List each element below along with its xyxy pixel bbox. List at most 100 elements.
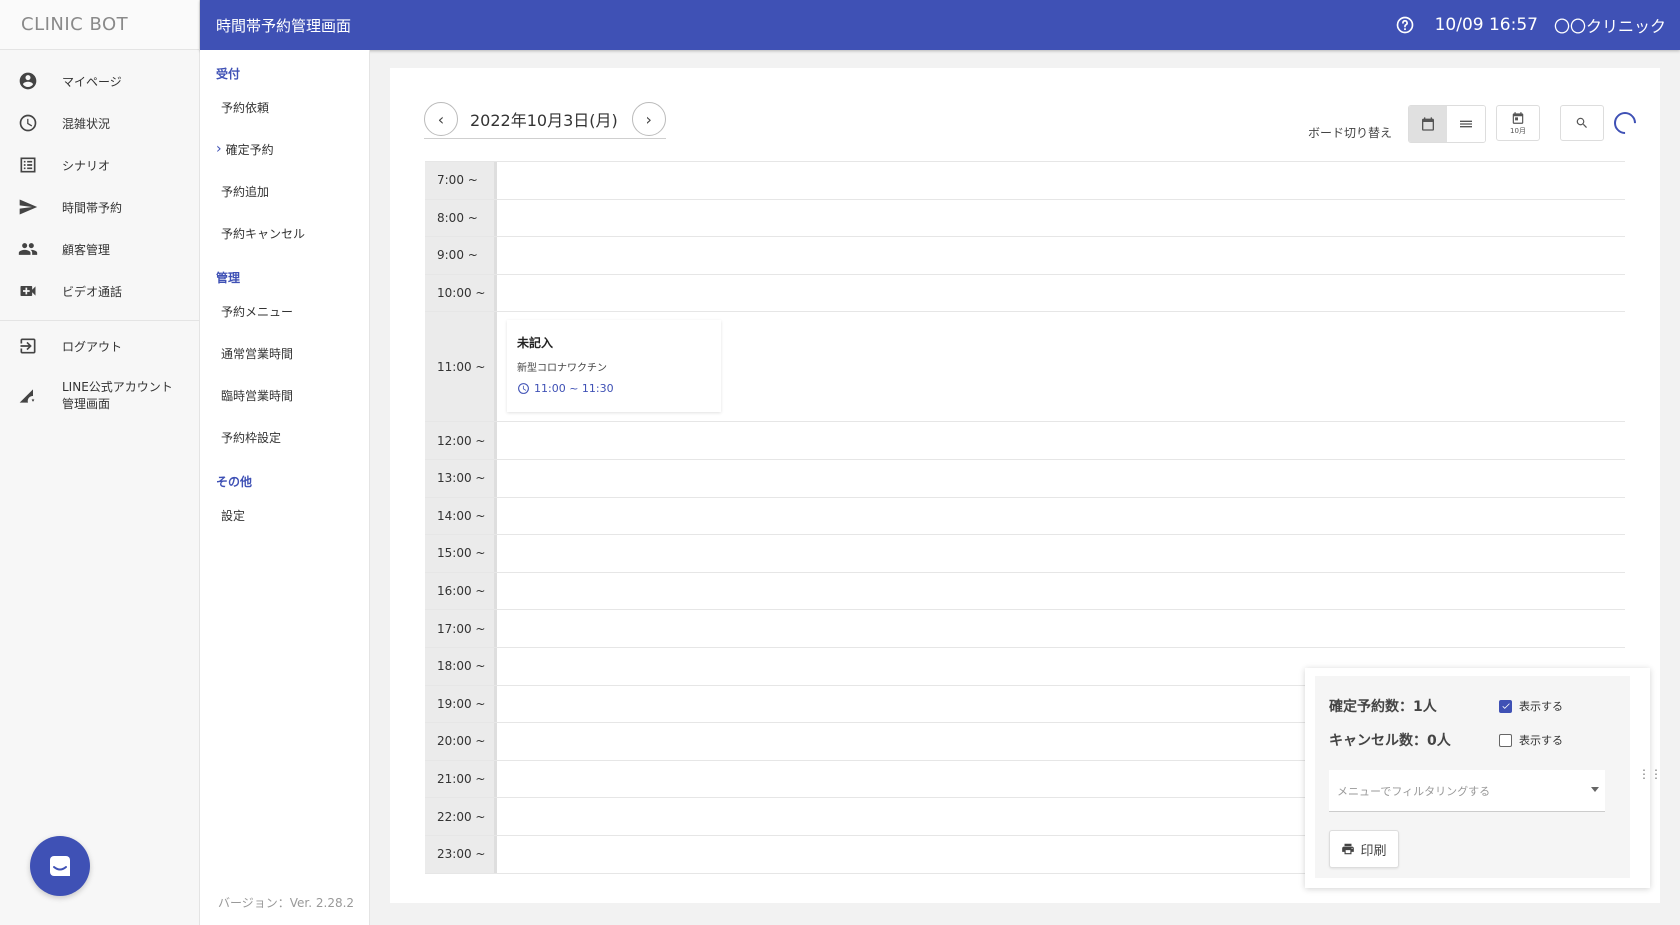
month-picker-button[interactable]: 10月	[1496, 105, 1540, 141]
people-icon	[18, 239, 38, 259]
subnav-item-slot-settings[interactable]: 予約枠設定	[200, 416, 369, 458]
reservation-card[interactable]: 未記入 新型コロナワクチン 11:00 ~ 11:30	[507, 320, 721, 413]
time-slot[interactable]	[497, 275, 1625, 312]
section-heading-admin: 管理	[216, 271, 241, 285]
subnav-item-settings[interactable]: 設定	[200, 494, 369, 536]
reservation-time-text: 11:00 ~ 11:30	[534, 382, 614, 396]
chat-launcher-button[interactable]	[30, 836, 90, 896]
time-slot[interactable]	[497, 200, 1625, 237]
schedule-row: 14:00 ~	[425, 497, 1625, 536]
top-header: 時間帯予約管理画面 10/09 16:57 〇〇クリニック	[200, 0, 1680, 50]
search-button[interactable]	[1560, 105, 1604, 141]
schedule-row: 13:00 ~	[425, 459, 1625, 498]
sidebar-item-congestion[interactable]: 混雑状況	[0, 102, 199, 144]
cancel-count: キャンセル数：0人	[1329, 733, 1451, 749]
chat-icon	[50, 856, 70, 876]
time-label: 15:00 ~	[425, 535, 497, 572]
sidebar-item-mypage[interactable]: マイページ	[0, 60, 199, 102]
month-label: 10月	[1510, 126, 1526, 135]
time-slot[interactable]	[497, 535, 1625, 572]
time-label: 23:00 ~	[425, 835, 497, 873]
sidebar-item-customers[interactable]: 顧客管理	[0, 228, 199, 270]
loading-spinner-icon	[1609, 107, 1641, 139]
menu-filter-select[interactable]: メニューでフィルタリングする	[1329, 770, 1605, 812]
calendar-view-button[interactable]	[1409, 106, 1447, 142]
time-label: 14:00 ~	[425, 497, 497, 535]
sidebar-item-label: シナリオ	[62, 158, 111, 173]
reservation-name: 未記入	[517, 336, 554, 351]
version-label: バージョン：Ver. 2.28.2	[218, 896, 355, 910]
summary-panel-inner: 確定予約数：1人 キャンセル数：0人 表示する 表示する メニューでフィルタリン…	[1315, 676, 1630, 878]
sidebar-item-logout[interactable]: ログアウト	[0, 325, 199, 367]
list-view-button[interactable]	[1447, 106, 1485, 142]
sidebar-item-time-reservation[interactable]: 時間帯予約	[0, 186, 199, 228]
chevron-right-icon: ›	[645, 109, 652, 129]
time-slot[interactable]	[497, 162, 1625, 199]
sidebar-item-label: ログアウト	[62, 339, 123, 354]
reservation-time: 11:00 ~ 11:30	[517, 382, 711, 395]
sidebar-item-label: 顧客管理	[62, 242, 111, 257]
sidebar-item-label: 時間帯予約	[62, 200, 123, 215]
schedule-row: 17:00 ~	[425, 610, 1625, 648]
account-circle-icon	[18, 71, 38, 91]
time-label: 19:00 ~	[425, 685, 497, 723]
subnav-item-label: 確定予約	[225, 142, 274, 157]
time-label: 13:00 ~	[425, 459, 497, 497]
sidebar-item-scenario[interactable]: シナリオ	[0, 144, 199, 186]
schedule-row: 7:00 ~	[425, 162, 1625, 200]
time-slot[interactable]	[497, 237, 1625, 274]
sub-sidebar: 受付 予約依頼 › 確定予約 予約追加 予約キャンセル 管理 予約メニュー 通常…	[200, 50, 370, 925]
time-label: 7:00 ~	[425, 162, 497, 199]
time-slot[interactable]: 未記入 新型コロナワクチン 11:00 ~ 11:30	[497, 312, 1625, 421]
time-label: 18:00 ~	[425, 647, 497, 685]
schedule-row: 12:00 ~	[425, 422, 1625, 460]
chevron-left-icon: ‹	[437, 109, 445, 129]
print-button[interactable]: 印刷	[1329, 830, 1399, 868]
subnav-item-temp-hours[interactable]: 臨時営業時間	[200, 374, 369, 416]
section-heading-other: その他	[216, 475, 253, 489]
time-label: 9:00 ~	[425, 237, 497, 274]
subnav-item-menu[interactable]: 予約メニュー	[200, 290, 369, 332]
next-day-button[interactable]: ›	[631, 102, 666, 136]
time-slot[interactable]	[497, 573, 1625, 610]
schedule-row: 16:00 ~	[425, 572, 1625, 611]
time-label: 11:00 ~	[425, 312, 497, 422]
schedule-row: 11:00 ~ 未記入 新型コロナワクチン 11:00 ~ 11:30	[425, 312, 1625, 423]
help-icon[interactable]	[1395, 15, 1415, 35]
sidebar-item-video-call[interactable]: ビデオ通話	[0, 270, 199, 312]
time-slot[interactable]	[497, 422, 1625, 459]
subnav-item-add[interactable]: 予約追加	[200, 170, 369, 212]
subnav-item-request[interactable]: 予約依頼	[200, 86, 369, 128]
print-label: 印刷	[1360, 843, 1387, 859]
schedule-row: 10:00 ~	[425, 274, 1625, 313]
subnav-item-confirmed[interactable]: › 確定予約	[200, 128, 369, 170]
view-toggle	[1408, 105, 1486, 143]
sidebar-item-label: 混雑状況	[62, 116, 111, 131]
page-title: 時間帯予約管理画面	[216, 16, 352, 35]
checkbox-label: 表示する	[1519, 700, 1563, 713]
show-confirmed-checkbox[interactable]: 表示する	[1499, 698, 1563, 714]
board-switch-label: ボード切り替え	[1308, 126, 1393, 140]
summary-panel: 確定予約数：1人 キャンセル数：0人 表示する 表示する メニューでフィルタリン…	[1305, 668, 1662, 888]
prev-day-button[interactable]: ‹	[424, 102, 458, 136]
time-slot[interactable]	[497, 610, 1625, 647]
time-label: 20:00 ~	[425, 723, 497, 760]
drag-handle-icon[interactable]: ⋮⋮	[1638, 768, 1662, 780]
clinic-name[interactable]: 〇〇クリニック	[1554, 13, 1666, 37]
time-slot[interactable]	[497, 460, 1625, 497]
show-cancel-checkbox[interactable]: 表示する	[1499, 732, 1563, 748]
current-datetime: 10/09 16:57	[1434, 15, 1538, 35]
time-slot[interactable]	[497, 498, 1625, 535]
subnav-item-normal-hours[interactable]: 通常営業時間	[200, 332, 369, 374]
time-label: 17:00 ~	[425, 610, 497, 647]
time-label: 21:00 ~	[425, 760, 497, 798]
current-date: 2022年10月3日(月)	[470, 111, 618, 130]
subnav-item-cancel[interactable]: 予約キャンセル	[200, 212, 369, 254]
calendar-icon	[1512, 111, 1524, 124]
logout-icon	[18, 336, 38, 356]
clock-icon	[518, 383, 529, 395]
calendar-icon	[1422, 117, 1434, 131]
signal-settings-icon	[18, 386, 38, 406]
sidebar-item-label: ビデオ通話	[62, 284, 123, 299]
sidebar-item-line-admin[interactable]: LINE公式アカウント 管理画面	[0, 367, 199, 425]
